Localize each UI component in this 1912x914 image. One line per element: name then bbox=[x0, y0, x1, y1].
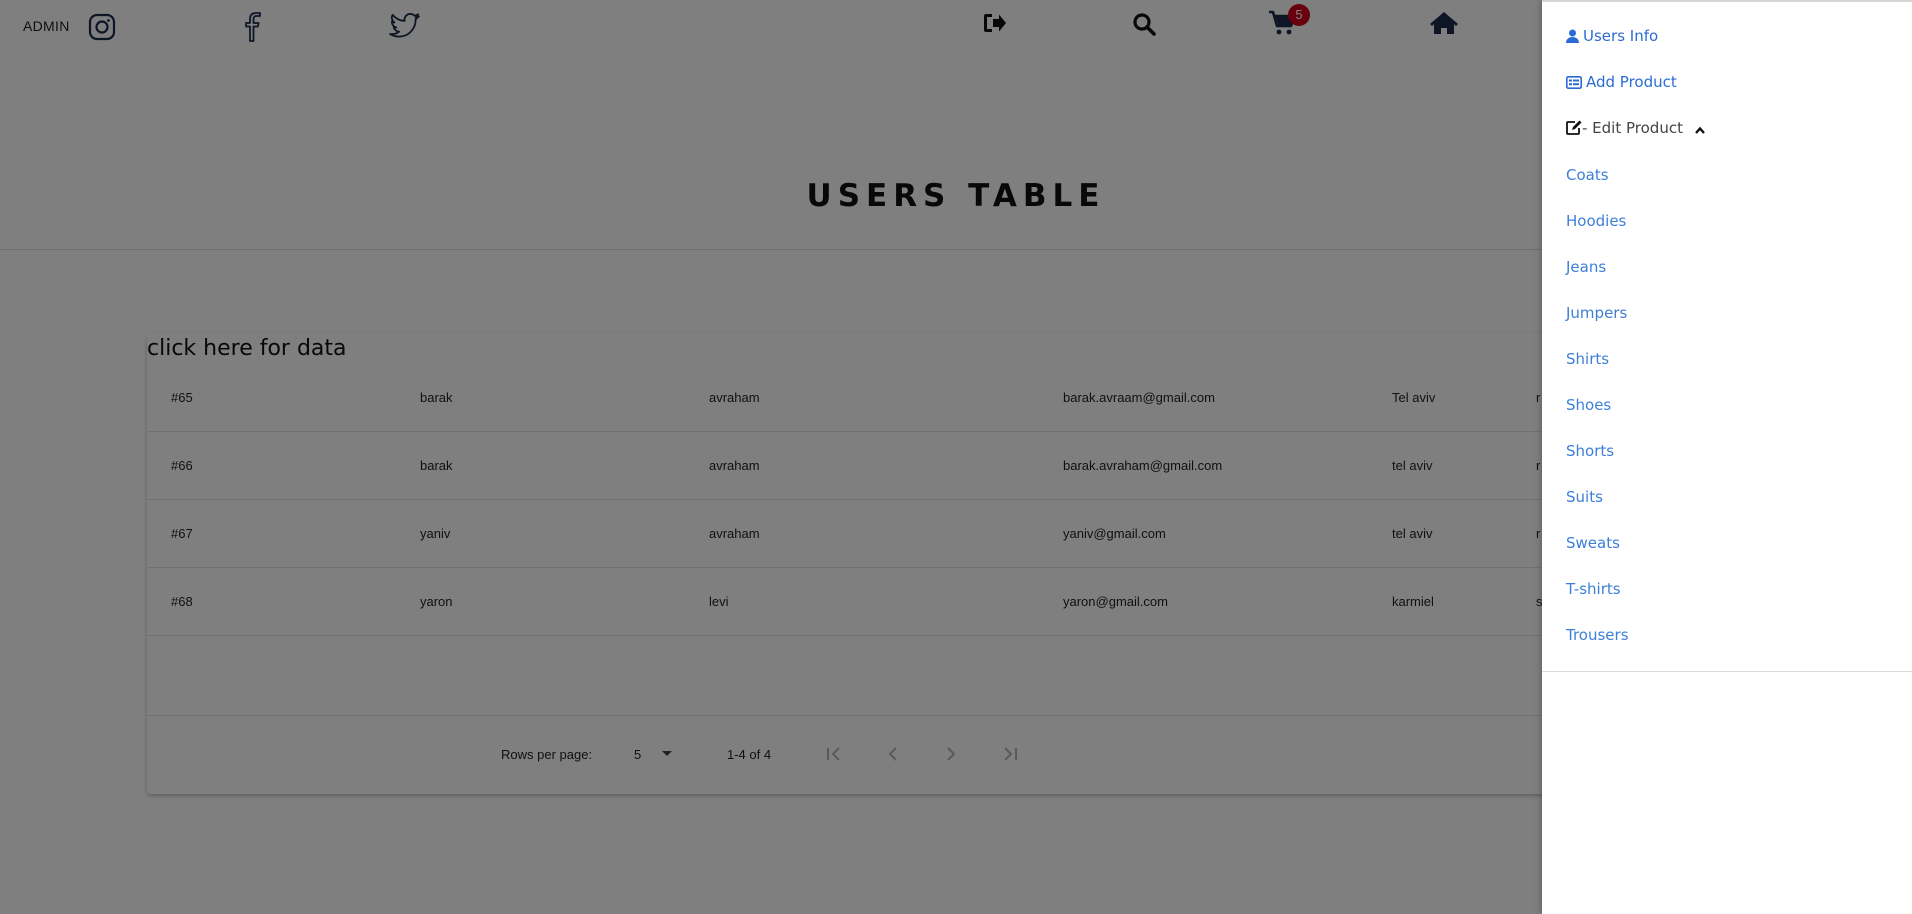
product-card-icon bbox=[1566, 76, 1582, 89]
chevron-up-icon bbox=[1694, 126, 1705, 134]
category-link-jumpers[interactable]: Jumpers bbox=[1566, 304, 1627, 322]
user-icon bbox=[1566, 29, 1579, 43]
category-link-t-shirts[interactable]: T-shirts bbox=[1566, 580, 1621, 598]
admin-drawer: Users Info Add Product - Edit Product Co… bbox=[1542, 0, 1912, 914]
edit-product-label: - Edit Product bbox=[1582, 119, 1683, 137]
category-link-shirts[interactable]: Shirts bbox=[1566, 350, 1609, 368]
category-link-sweats[interactable]: Sweats bbox=[1566, 534, 1620, 552]
drawer-divider bbox=[1542, 671, 1912, 672]
add-product-label: Add Product bbox=[1586, 73, 1677, 91]
users-info-link[interactable]: Users Info bbox=[1566, 27, 1658, 45]
category-link-trousers[interactable]: Trousers bbox=[1566, 626, 1629, 644]
category-link-suits[interactable]: Suits bbox=[1566, 488, 1603, 506]
category-link-hoodies[interactable]: Hoodies bbox=[1566, 212, 1626, 230]
drawer-top-border bbox=[1542, 0, 1912, 2]
category-link-jeans[interactable]: Jeans bbox=[1566, 258, 1606, 276]
category-link-shorts[interactable]: Shorts bbox=[1566, 442, 1614, 460]
add-product-link[interactable]: Add Product bbox=[1566, 73, 1677, 91]
users-info-label: Users Info bbox=[1583, 27, 1659, 45]
category-link-coats[interactable]: Coats bbox=[1566, 166, 1609, 184]
edit-product-toggle[interactable]: - Edit Product bbox=[1566, 119, 1710, 137]
edit-icon bbox=[1566, 120, 1582, 135]
category-link-shoes[interactable]: Shoes bbox=[1566, 396, 1611, 414]
